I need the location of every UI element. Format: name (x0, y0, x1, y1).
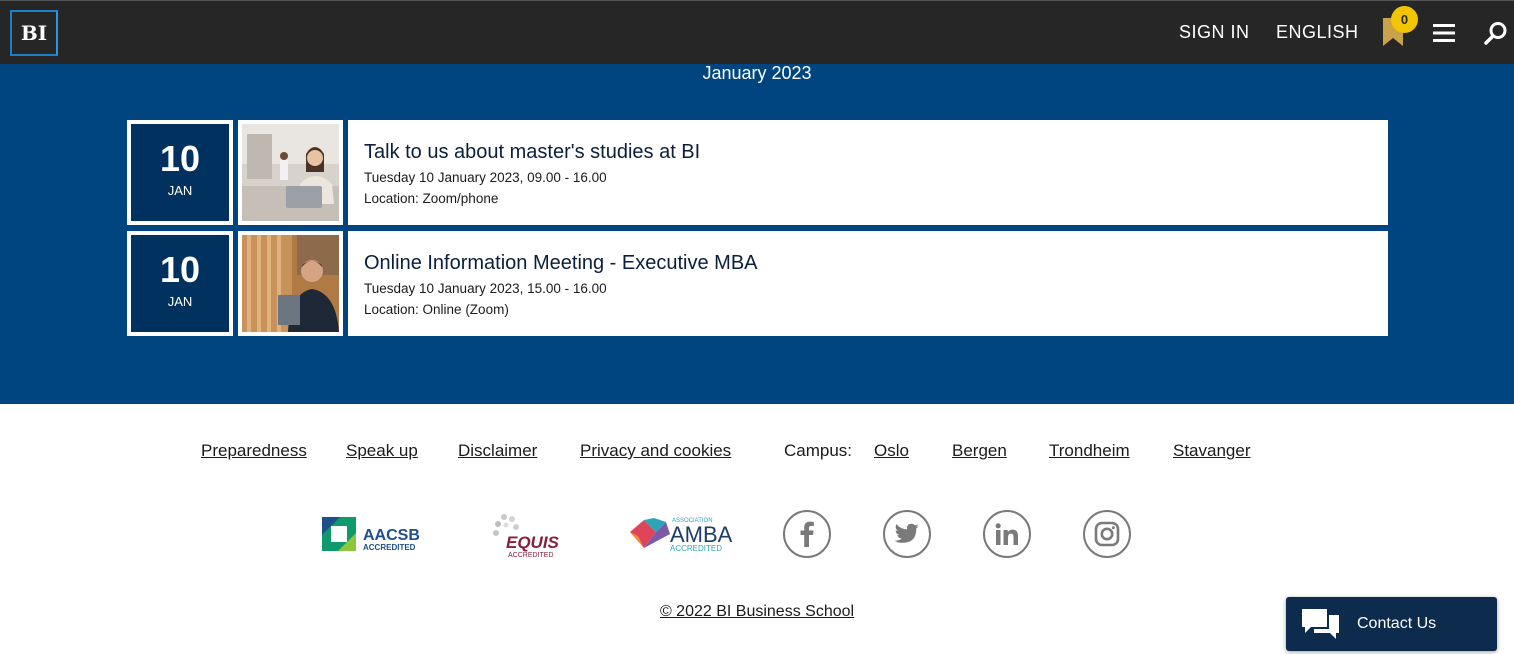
aacsb-accreditation-logo[interactable]: AACSB ACCREDITED (320, 510, 428, 560)
bookmark-count-badge: 0 (1391, 6, 1418, 33)
footer-link-disclaimer[interactable]: Disclaimer (458, 441, 537, 461)
logo-text: BI (20, 21, 48, 45)
event-item[interactable]: 10 JAN Talk to us about master's studies… (127, 120, 1388, 225)
event-photo (242, 124, 339, 221)
event-time: Tuesday 10 January 2023, 15.00 - 16.00 (364, 281, 607, 296)
aacsb-sub: ACCREDITED (363, 543, 416, 552)
equis-name: EQUIS (506, 533, 560, 552)
event-day: 10 (159, 249, 201, 290)
event-item[interactable]: 10 JAN Online Information Meeting - Exec… (127, 231, 1388, 336)
event-title[interactable]: Talk to us about master's studies at BI (364, 140, 1372, 164)
footer-link-speak-up[interactable]: Speak up (346, 441, 418, 461)
footer-links: Preparedness Speak up Disclaimer Privacy… (0, 441, 1514, 463)
footer-link-preparedness[interactable]: Preparedness (201, 441, 307, 461)
facebook-icon[interactable] (783, 510, 831, 558)
month-heading: January 2023 (702, 63, 812, 83)
twitter-icon[interactable] (883, 510, 931, 558)
language-selector[interactable]: ENGLISH (1276, 21, 1359, 43)
search-icon[interactable] (1484, 21, 1508, 45)
linkedin-icon[interactable] (983, 510, 1031, 558)
campus-link-bergen[interactable]: Bergen (952, 441, 1007, 461)
instagram-icon[interactable] (1083, 510, 1131, 558)
event-info[interactable]: Online Information Meeting - Executive M… (348, 231, 1388, 336)
aacsb-name: AACSB (363, 527, 420, 544)
top-navigation-bar: BI SIGN IN ENGLISH 0 (0, 0, 1514, 64)
campus-link-trondheim[interactable]: Trondheim (1049, 441, 1130, 461)
event-title[interactable]: Online Information Meeting - Executive M… (364, 251, 1372, 275)
event-date-box: 10 JAN (127, 231, 233, 336)
sign-in-link[interactable]: SIGN IN (1179, 21, 1250, 43)
contact-us-label: Contact Us (1357, 615, 1437, 632)
event-thumbnail[interactable] (238, 120, 343, 225)
event-location: Location: Online (Zoom) (364, 302, 509, 317)
footer-link-privacy[interactable]: Privacy and cookies (580, 441, 731, 461)
event-time: Tuesday 10 January 2023, 09.00 - 16.00 (364, 170, 607, 185)
event-thumbnail[interactable] (238, 231, 343, 336)
chat-icon (1302, 609, 1339, 639)
event-photo (242, 235, 339, 332)
amba-accreditation-logo[interactable]: ASSOCIATION AMBA ACCREDITED (626, 510, 734, 560)
event-info[interactable]: Talk to us about master's studies at BI … (348, 120, 1388, 225)
equis-sub: ACCREDITED (508, 552, 554, 559)
campus-label: Campus: (784, 441, 853, 460)
event-month: JAN (167, 183, 193, 198)
campus-link-stavanger[interactable]: Stavanger (1173, 441, 1251, 461)
amba-sub: ACCREDITED (670, 544, 722, 553)
equis-accreditation-logo[interactable]: EQUIS ACCREDITED (488, 510, 568, 560)
contact-us-button[interactable]: Contact Us (1286, 597, 1497, 651)
event-month: JAN (167, 294, 193, 309)
event-date-box: 10 JAN (127, 120, 233, 225)
bi-logo[interactable]: BI (10, 10, 58, 56)
events-section: January 2023 10 JAN Talk to us about mas… (0, 64, 1514, 404)
campus-link-oslo[interactable]: Oslo (874, 441, 909, 461)
menu-icon[interactable] (1433, 23, 1455, 43)
event-location: Location: Zoom/phone (364, 191, 499, 206)
event-day: 10 (159, 138, 201, 179)
